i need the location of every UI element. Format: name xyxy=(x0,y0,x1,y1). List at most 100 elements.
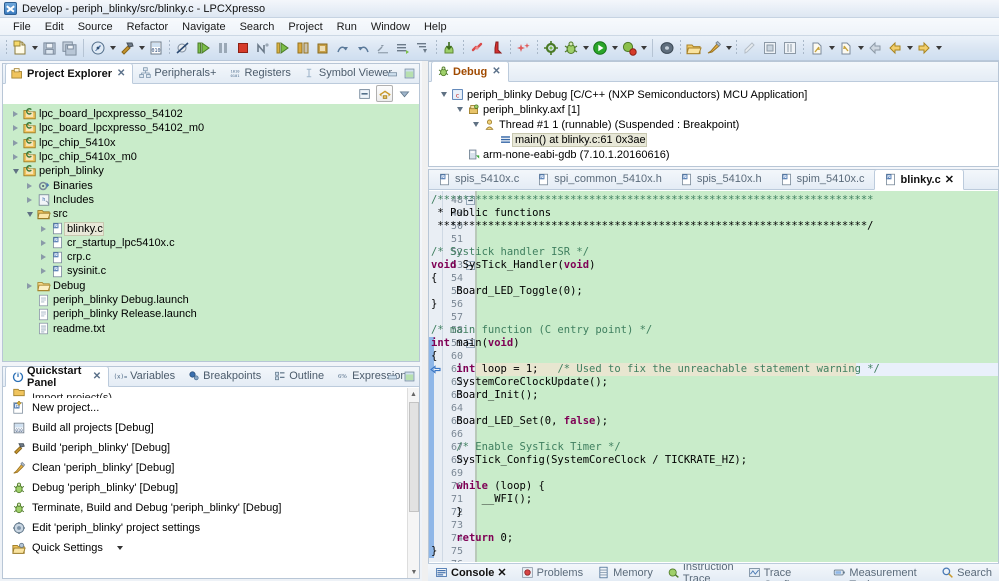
tree-row[interactable]: periph_blinky Debug.launch xyxy=(3,293,419,307)
minimize-icon[interactable] xyxy=(386,67,399,80)
editor-tab[interactable]: c spis_5410x.h xyxy=(671,169,771,189)
link-with-editor-icon[interactable] xyxy=(376,85,393,102)
step-into-icon[interactable] xyxy=(274,39,292,57)
close-icon[interactable]: ✕ xyxy=(497,566,506,579)
new-file-dropdown-icon[interactable] xyxy=(30,39,39,57)
maximize-icon[interactable] xyxy=(403,370,416,383)
show-whitespace-icon[interactable] xyxy=(781,39,799,57)
previous-annotation-icon[interactable] xyxy=(837,39,855,57)
bottom-tab[interactable]: Memory xyxy=(590,564,660,581)
quickstart-vertical-scrollbar[interactable]: ▲ ▼ xyxy=(407,388,419,578)
build-all-icon[interactable] xyxy=(89,39,107,57)
red-boot-icon[interactable] xyxy=(488,39,506,57)
gear-run-icon[interactable] xyxy=(542,39,560,57)
debug-bug-icon[interactable] xyxy=(562,39,580,57)
tab-debug[interactable]: Debug ✕ xyxy=(431,61,509,82)
use-step-filters-icon[interactable] xyxy=(394,39,412,57)
tree-row[interactable]: lpc_chip_5410x xyxy=(3,136,419,150)
back-history-dropdown-icon[interactable] xyxy=(905,39,914,57)
bottom-tab[interactable]: Instruction Trace xyxy=(660,564,741,581)
bottom-tab[interactable]: Search xyxy=(934,564,999,581)
forward-history-dropdown-icon[interactable] xyxy=(934,39,943,57)
next-annotation-dropdown-icon[interactable] xyxy=(827,39,836,57)
bottom-tab[interactable]: Console ✕ xyxy=(428,564,514,581)
menu-help[interactable]: Help xyxy=(417,20,454,34)
close-icon[interactable]: ✕ xyxy=(945,173,954,186)
tab-symbol-viewer[interactable]: Symbol Viewer xyxy=(298,63,399,83)
tree-row[interactable]: periph_blinky Release.launch xyxy=(3,307,419,321)
view-menu-icon[interactable] xyxy=(396,85,413,102)
run-to-line-icon[interactable] xyxy=(374,39,392,57)
tab-breakpoints[interactable]: Breakpoints xyxy=(182,366,268,386)
chevron-down-icon[interactable] xyxy=(453,107,466,112)
close-icon[interactable]: ✕ xyxy=(117,68,125,79)
tab-peripherals[interactable]: Peripherals+ xyxy=(133,63,223,83)
open-project-icon[interactable] xyxy=(685,39,703,57)
chevron-right-icon[interactable] xyxy=(9,154,22,161)
debug-tree-row[interactable]: arm-none-eabi-gdb (7.10.1.20160616) xyxy=(429,147,998,162)
chevron-right-icon[interactable] xyxy=(23,196,36,203)
disconnect-icon[interactable] xyxy=(254,39,272,57)
tree-row[interactable]: c sysinit.c xyxy=(3,264,419,278)
minimize-icon[interactable] xyxy=(386,370,399,383)
chevron-right-icon[interactable] xyxy=(37,254,50,261)
tab-quickstart-panel[interactable]: Quickstart Panel ✕ xyxy=(5,365,110,389)
quickstart-action[interactable]: Debug 'periph_blinky' [Debug] xyxy=(3,478,419,498)
quickstart-action[interactable]: Build 'periph_blinky' [Debug] xyxy=(3,438,419,458)
debug-tree-row[interactable]: c periph_blinky Debug [C/C++ (NXP Semicon… xyxy=(429,87,998,102)
chevron-right-icon[interactable] xyxy=(9,111,22,118)
close-icon[interactable]: ✕ xyxy=(492,66,500,77)
bottom-tab[interactable]: Problems xyxy=(514,564,590,581)
quick-settings-dropdown-icon[interactable] xyxy=(724,39,733,57)
build-hammer-icon[interactable] xyxy=(118,39,136,57)
debug-stack-tree[interactable]: c periph_blinky Debug [C/C++ (NXP Semicon… xyxy=(429,83,998,166)
quickstart-action-list[interactable]: Import project(s) c New project... 010 Buil… xyxy=(3,388,419,578)
bottom-tab[interactable]: Power Measurement Tool xyxy=(826,564,934,581)
editor-code-area[interactable]: 48/*************************************… xyxy=(429,191,998,562)
build-all-dropdown-icon[interactable] xyxy=(108,39,117,57)
instruction-stepping-icon[interactable] xyxy=(334,39,352,57)
quickstart-action[interactable]: Clean 'periph_blinky' [Debug] xyxy=(3,458,419,478)
debug-from-flash-icon[interactable] xyxy=(441,39,459,57)
memory-browser-icon[interactable] xyxy=(658,39,676,57)
project-explorer-tree[interactable]: lpc_board_lpcxpresso_54102 lpc_board_lpcx… xyxy=(3,104,419,361)
quickstart-action[interactable]: c New project... xyxy=(3,398,419,418)
chevron-down-icon[interactable] xyxy=(23,211,36,217)
menu-file[interactable]: File xyxy=(6,20,38,34)
resume-icon[interactable] xyxy=(194,39,212,57)
tree-row[interactable]: h Includes xyxy=(3,193,419,207)
tree-row[interactable]: lpc_board_lpcxpresso_54102 xyxy=(3,107,419,121)
scroll-up-icon[interactable]: ▲ xyxy=(408,388,419,400)
run-dropdown-icon[interactable] xyxy=(610,39,619,57)
chevron-down-icon[interactable] xyxy=(9,168,22,174)
suspend-icon[interactable] xyxy=(214,39,232,57)
chevron-down-icon[interactable] xyxy=(469,122,482,127)
sparkle-icon[interactable] xyxy=(515,39,533,57)
scroll-thumb[interactable] xyxy=(409,402,419,512)
menu-navigate[interactable]: Navigate xyxy=(175,20,232,34)
new-file-icon[interactable] xyxy=(11,39,29,57)
debug-tree-row[interactable]: periph_blinky.axf [1] xyxy=(429,102,998,117)
menu-project[interactable]: Project xyxy=(281,20,329,34)
chevron-right-icon[interactable] xyxy=(23,282,36,289)
tree-row[interactable]: c crp.c xyxy=(3,250,419,264)
step-return-icon[interactable] xyxy=(314,39,332,57)
menu-edit[interactable]: Edit xyxy=(38,20,71,34)
build-hammer-dropdown-icon[interactable] xyxy=(137,39,146,57)
back-yellow-arrow-icon[interactable] xyxy=(886,39,904,57)
editor-tab[interactable]: c spim_5410x.c xyxy=(771,169,874,189)
tree-row[interactable]: periph_blinky xyxy=(3,164,419,178)
tree-row[interactable]: Binaries xyxy=(3,178,419,192)
editor-tab[interactable]: c spi_common_5410x.h xyxy=(528,169,671,189)
maximize-icon[interactable] xyxy=(403,67,416,80)
chevron-right-icon[interactable] xyxy=(23,182,36,189)
tree-row[interactable]: Debug xyxy=(3,279,419,293)
save-icon[interactable] xyxy=(40,39,58,57)
back-arrow-icon[interactable] xyxy=(866,39,884,57)
chevron-right-icon[interactable] xyxy=(9,125,22,132)
scroll-down-icon[interactable]: ▼ xyxy=(408,566,419,578)
debug-tree-row[interactable]: main() at blinky.c:61 0x3ae xyxy=(429,132,998,147)
tree-row[interactable]: src xyxy=(3,207,419,221)
editor-tab[interactable]: c spis_5410x.c xyxy=(429,169,528,189)
quickstart-action[interactable]: Terminate, Build and Debug 'periph_blink… xyxy=(3,498,419,518)
